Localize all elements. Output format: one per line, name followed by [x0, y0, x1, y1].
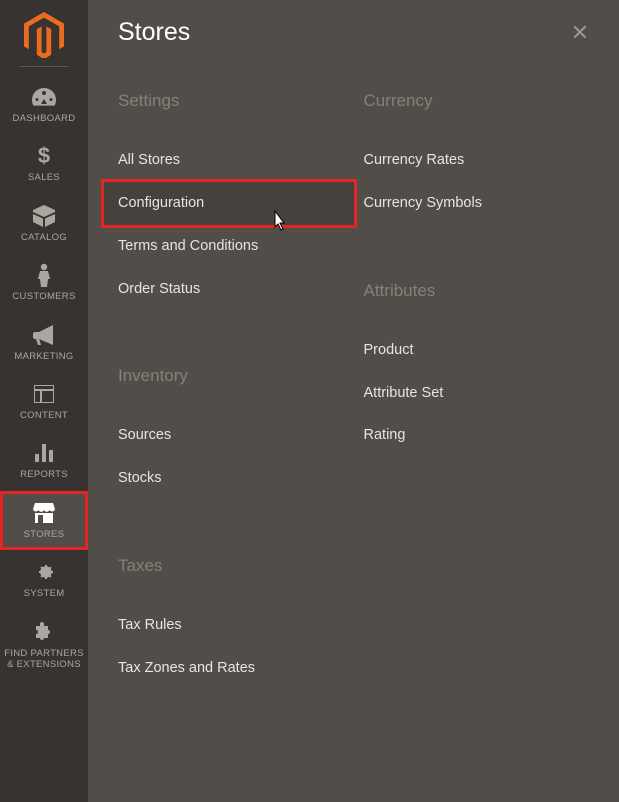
link-attribute-set[interactable]: Attribute Set [364, 372, 590, 415]
nav-label: CUSTOMERS [8, 291, 79, 302]
puzzle-icon [34, 620, 54, 644]
nav-marketing[interactable]: MARKETING [0, 313, 88, 372]
nav-label: STORES [20, 529, 69, 540]
sidebar-divider [19, 66, 69, 67]
nav-label: DASHBOARD [9, 113, 80, 124]
link-configuration[interactable]: Configuration [104, 182, 354, 225]
magento-logo[interactable] [24, 12, 64, 52]
link-product[interactable]: Product [364, 329, 590, 372]
gauge-icon [32, 85, 56, 109]
link-tax-zones-and-rates[interactable]: Tax Zones and Rates [118, 647, 344, 690]
link-stocks[interactable]: Stocks [118, 457, 344, 500]
box-icon [33, 204, 55, 228]
close-button[interactable]: ✕ [571, 20, 589, 46]
section-heading-attributes: Attributes [364, 281, 590, 301]
link-rating[interactable]: Rating [364, 414, 590, 457]
link-order-status[interactable]: Order Status [118, 268, 344, 311]
section-heading-inventory: Inventory [118, 366, 344, 386]
chart-icon [34, 441, 54, 465]
nav-stores[interactable]: STORES [0, 491, 88, 550]
admin-sidebar: DASHBOARD $ SALES CATALOG CUSTOMERS MARK… [0, 0, 88, 802]
close-icon: ✕ [571, 20, 589, 45]
stores-flyout-panel: Stores ✕ Settings All Stores Configurati… [88, 0, 619, 802]
panel-title: Stores [118, 18, 190, 47]
nav-partners[interactable]: FIND PARTNERS & EXTENSIONS [0, 610, 88, 681]
link-sources[interactable]: Sources [118, 414, 344, 457]
nav-label: CONTENT [16, 410, 72, 421]
magento-logo-icon [24, 12, 64, 58]
link-terms-and-conditions[interactable]: Terms and Conditions [118, 225, 344, 268]
person-icon [37, 263, 51, 287]
section-heading-currency: Currency [364, 91, 590, 111]
dollar-icon: $ [37, 144, 51, 168]
nav-label: CATALOG [17, 232, 71, 243]
nav-dashboard[interactable]: DASHBOARD [0, 75, 88, 134]
gear-icon [34, 560, 54, 584]
menu-column-left: Settings All Stores Configuration Terms … [118, 91, 344, 690]
nav-label: SYSTEM [20, 588, 69, 599]
nav-customers[interactable]: CUSTOMERS [0, 253, 88, 312]
link-tax-rules[interactable]: Tax Rules [118, 604, 344, 647]
nav-sales[interactable]: $ SALES [0, 134, 88, 193]
link-currency-symbols[interactable]: Currency Symbols [364, 182, 590, 225]
section-heading-taxes: Taxes [118, 556, 344, 576]
store-icon [33, 501, 55, 525]
link-all-stores[interactable]: All Stores [118, 139, 344, 182]
nav-label: SALES [24, 172, 64, 183]
megaphone-icon [33, 323, 55, 347]
svg-text:$: $ [38, 145, 50, 167]
nav-catalog[interactable]: CATALOG [0, 194, 88, 253]
nav-content[interactable]: CONTENT [0, 372, 88, 431]
layout-icon [34, 382, 54, 406]
panel-header: Stores ✕ [118, 18, 589, 47]
menu-columns: Settings All Stores Configuration Terms … [118, 91, 589, 690]
nav-system[interactable]: SYSTEM [0, 550, 88, 609]
nav-label: REPORTS [16, 469, 72, 480]
section-heading-settings: Settings [118, 91, 344, 111]
menu-column-right: Currency Currency Rates Currency Symbols… [364, 91, 590, 690]
nav-label: FIND PARTNERS & EXTENSIONS [0, 648, 88, 671]
nav-label: MARKETING [10, 351, 77, 362]
link-currency-rates[interactable]: Currency Rates [364, 139, 590, 182]
nav-reports[interactable]: REPORTS [0, 431, 88, 490]
